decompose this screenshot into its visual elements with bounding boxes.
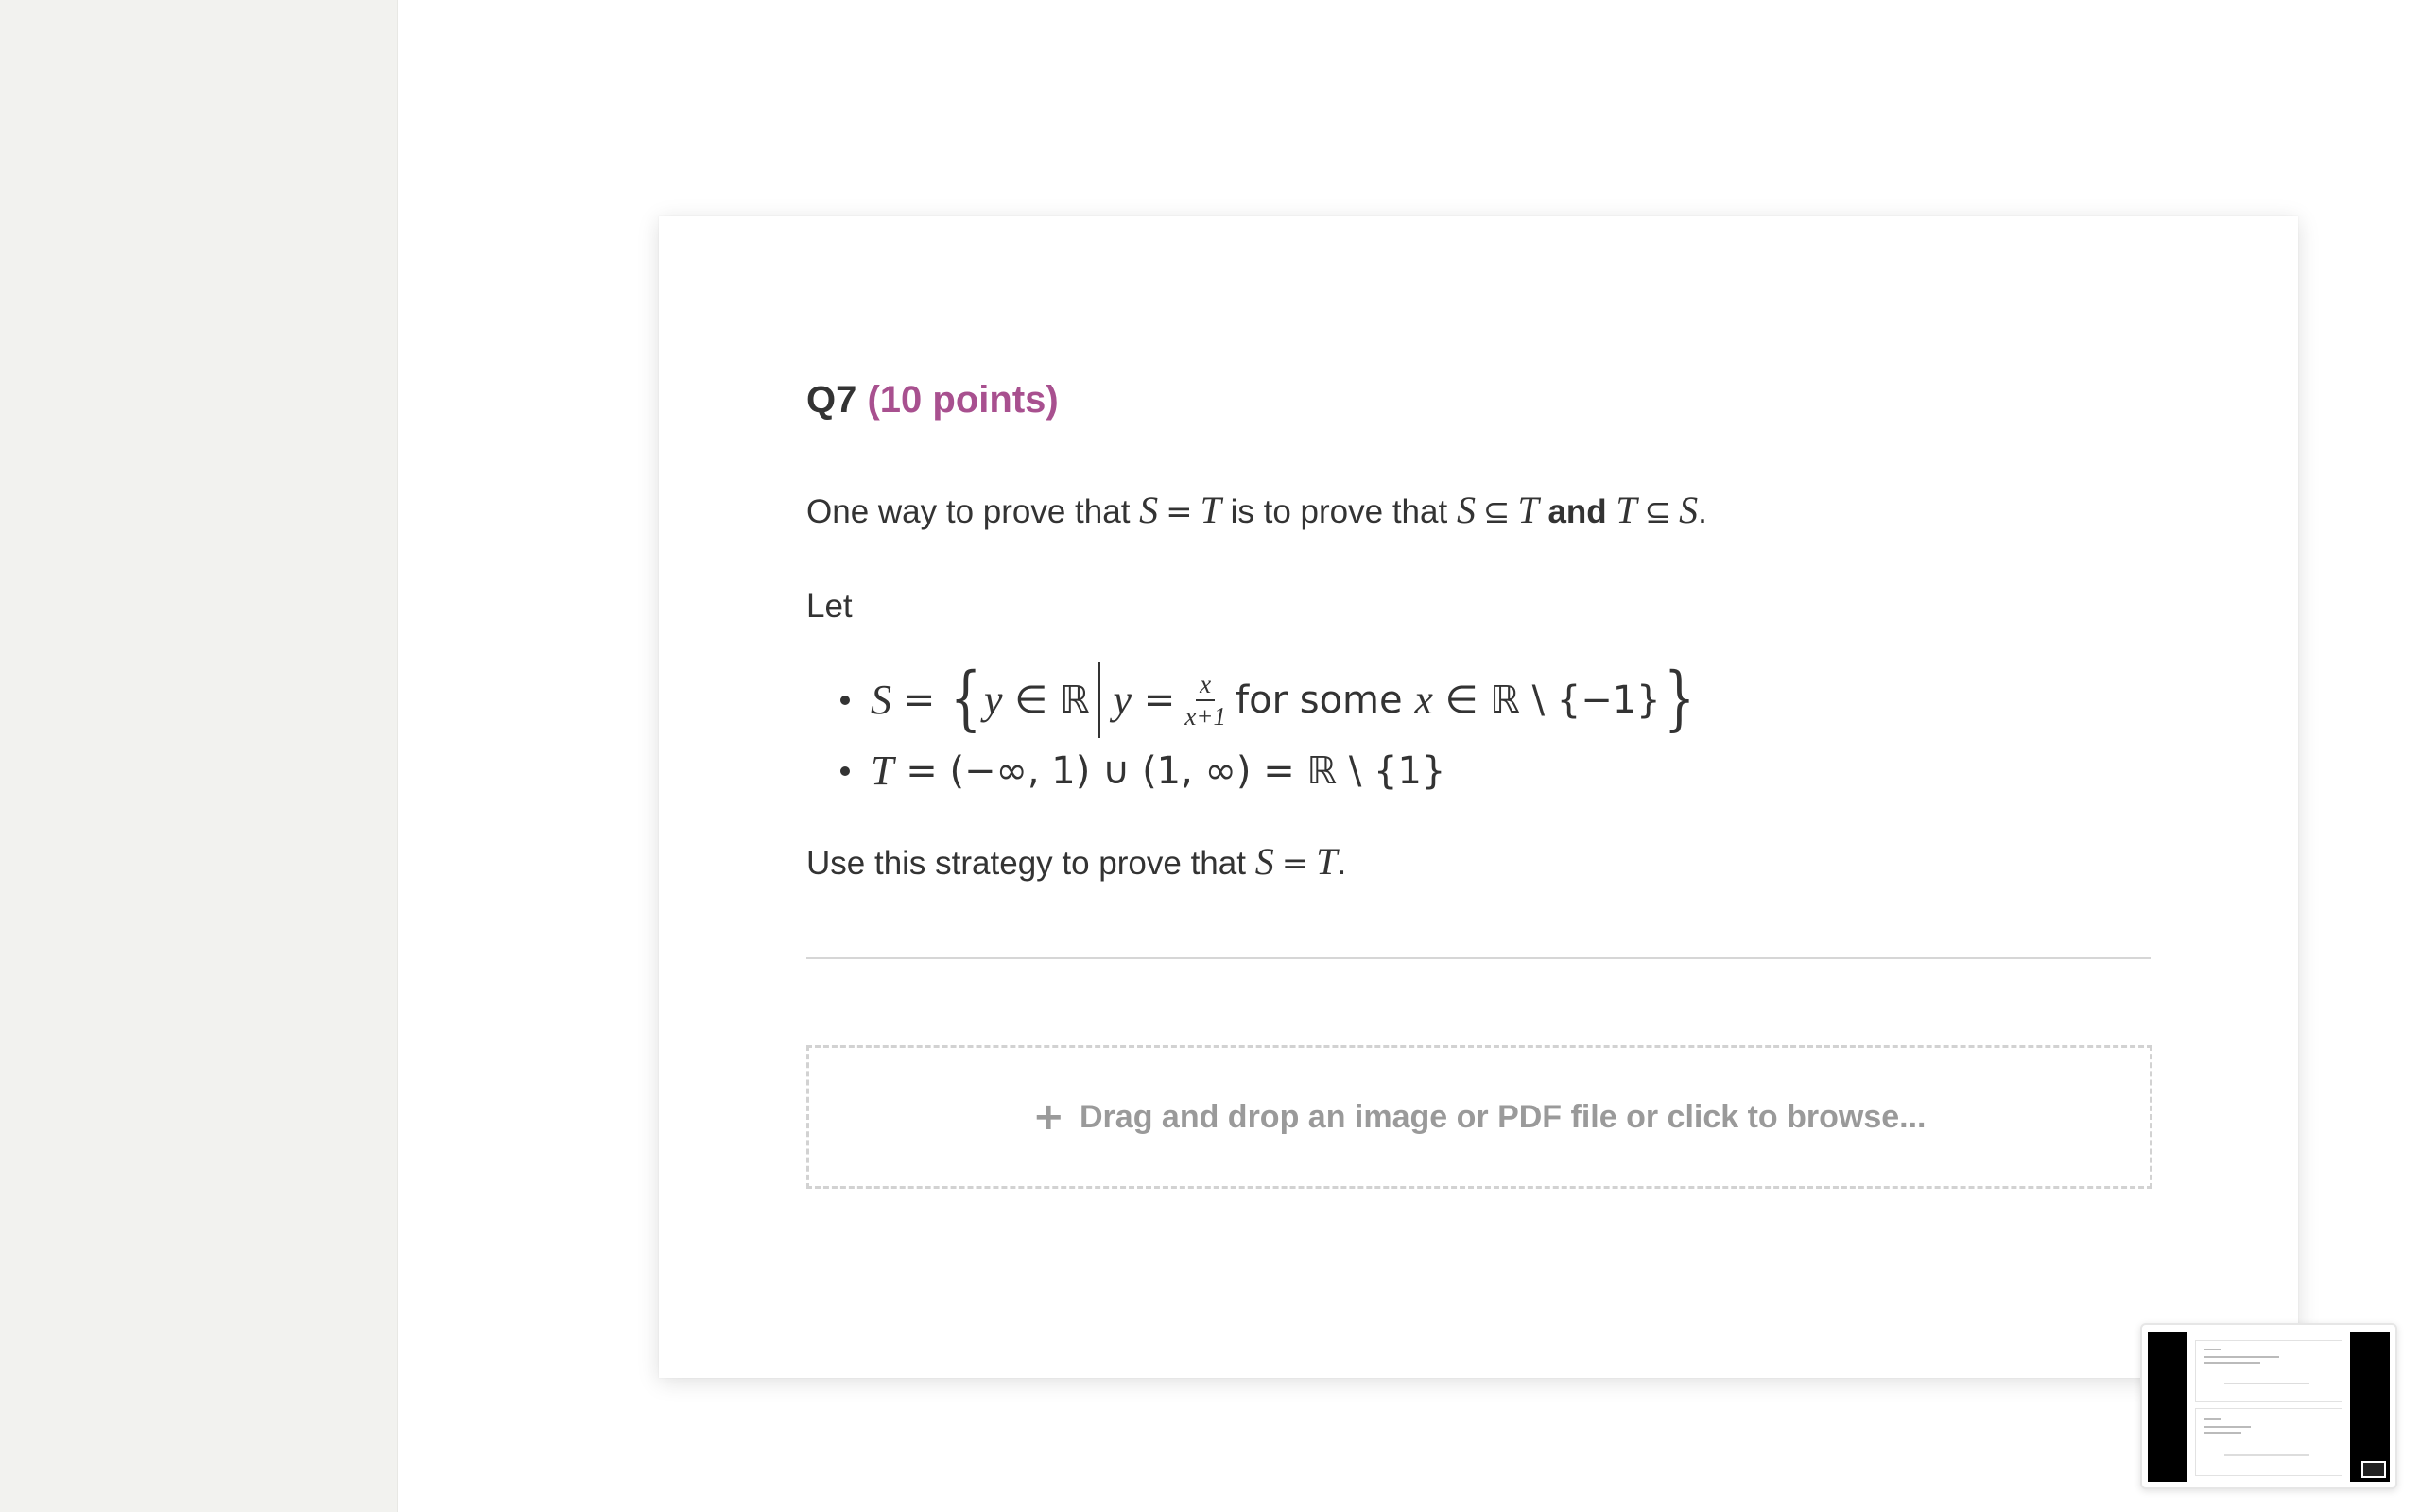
definition-s: S = { y ∈ ℝ y = x x+1 for some x ∈ ℝ \ {… xyxy=(806,659,2149,742)
math-t: T xyxy=(1517,489,1539,531)
fraction-denominator: x+1 xyxy=(1184,701,1227,730)
minimap-line xyxy=(2224,1454,2309,1456)
question-body: Q7 (10 points) One way to prove that S = T… xyxy=(806,373,2152,1189)
minimap-screen xyxy=(2148,1332,2390,1482)
intro-text-2: is to prove that xyxy=(1230,493,1448,530)
math-eq: = xyxy=(903,679,936,722)
let-text: Let xyxy=(806,588,853,625)
intro-and: and xyxy=(1547,493,1607,530)
question-points: (10 points) xyxy=(867,379,1059,421)
use-text: Use this strategy to prove that xyxy=(806,845,1246,882)
math-s: S xyxy=(1254,840,1274,883)
for-some-text: for some xyxy=(1236,679,1403,722)
math-y: y xyxy=(984,677,1003,723)
definition-t: T = (−∞, 1) ∪ (1, ∞) = ℝ \ {1} xyxy=(806,742,2149,800)
minimap-line xyxy=(2204,1362,2260,1364)
math-t: T xyxy=(1616,489,1637,531)
page-minimap[interactable] xyxy=(2140,1323,2397,1489)
plus-icon: + xyxy=(1032,1095,1064,1139)
divider xyxy=(806,957,2151,959)
math-in: ∈ xyxy=(1014,679,1048,722)
math-t: T xyxy=(1316,840,1338,883)
bullet xyxy=(840,696,850,705)
math-s: S xyxy=(1456,489,1476,531)
math-t-expression: (−∞, 1) ∪ (1, ∞) = ℝ \ {1} xyxy=(949,749,1446,793)
sidebar xyxy=(0,0,398,1512)
math-s: S xyxy=(1679,489,1699,531)
bullet xyxy=(840,766,850,776)
period: . xyxy=(1698,493,1707,530)
minimap-viewport[interactable] xyxy=(2361,1461,2386,1478)
upload-label: Drag and drop an image or PDF file or cl… xyxy=(1080,1098,1927,1135)
math-eq: = xyxy=(1166,493,1193,531)
file-upload-dropzone[interactable]: + Drag and drop an image or PDF file or … xyxy=(806,1045,2152,1189)
question-title: Q7 (10 points) xyxy=(806,373,2149,426)
fraction-numerator: x xyxy=(1196,670,1216,701)
minimap-line xyxy=(2204,1349,2221,1350)
math-subset: ⊆ xyxy=(1482,493,1511,531)
minimap-line xyxy=(2204,1418,2221,1420)
math-t: T xyxy=(1200,489,1221,531)
math-eq: = xyxy=(1281,845,1309,883)
minimap-line xyxy=(2204,1426,2251,1428)
minimap-line xyxy=(2224,1383,2309,1384)
math-in: ∈ xyxy=(1444,679,1478,722)
math-x: x xyxy=(1414,677,1433,723)
fraction: x x+1 xyxy=(1184,670,1227,730)
app-window: Q7 (10 points) One way to prove that S = T… xyxy=(0,0,2420,1512)
math-reals: ℝ xyxy=(1059,679,1090,722)
right-brace: } xyxy=(1663,658,1695,739)
math-set-minus: \ {−1} xyxy=(1531,679,1661,722)
math-reals: ℝ xyxy=(1490,679,1520,722)
math-subset: ⊆ xyxy=(1644,493,1672,531)
minimap-card xyxy=(2195,1408,2342,1476)
minimap-line xyxy=(2204,1432,2241,1434)
period: . xyxy=(1337,845,1347,882)
question-card: Q7 (10 points) One way to prove that S = T… xyxy=(659,216,2298,1378)
minimap-card xyxy=(2195,1340,2342,1402)
question-number: Q7 xyxy=(806,379,857,421)
minimap-line xyxy=(2204,1356,2279,1358)
math-t: T xyxy=(871,747,894,794)
left-brace: { xyxy=(950,658,981,739)
math-y: y xyxy=(1113,677,1132,723)
math-s: S xyxy=(1139,489,1159,531)
math-eq: = xyxy=(1143,679,1176,722)
such-that-bar xyxy=(1097,662,1100,738)
math-s: S xyxy=(871,677,891,723)
question-intro: One way to prove that S = T is to prove th… xyxy=(806,487,2149,536)
minimap-page xyxy=(2187,1332,2350,1482)
use-strategy-text: Use this strategy to prove that S = T. xyxy=(806,838,2149,887)
math-eq: = xyxy=(906,749,938,793)
definition-list: S = { y ∈ ℝ y = x x+1 for some x ∈ ℝ \ {… xyxy=(806,659,2149,800)
intro-text: One way to prove that xyxy=(806,493,1131,530)
